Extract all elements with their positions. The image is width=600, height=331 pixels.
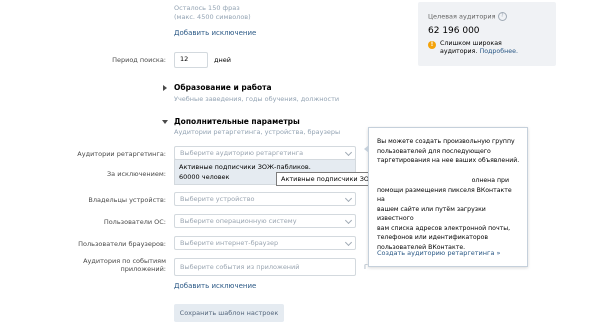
dropdown-option-name[interactable]: Активные подписчики ЗОЖ-пабликов. <box>175 160 355 171</box>
phrases-max-chars: (макс. 4500 символов) <box>174 13 251 21</box>
collapse-extra-icon[interactable] <box>162 120 168 124</box>
extra-subtitle: Аудитории ретаргетинга, устройства, брау… <box>174 128 341 136</box>
os-label: Пользователи ОС: <box>103 218 166 226</box>
create-retargeting-link[interactable]: Создать аудиторию ретаргетинга » <box>377 249 500 257</box>
help-line: пользователей для последующего <box>377 147 491 155</box>
browsers-label: Пользователи браузеров: <box>78 240 166 248</box>
help-line: таргетирования на нее ваших объявлений. <box>377 157 520 164</box>
events-select[interactable]: Выберите события из приложений <box>174 258 356 276</box>
add-exclusion-link-top[interactable]: Добавить исключение <box>174 29 256 37</box>
popup-arrow-icon <box>364 145 369 153</box>
audience-card: Целевая аудитория ? 62 196 000 ! Слишком… <box>418 2 556 66</box>
period-label: Период поиска: <box>112 56 166 64</box>
devices-select[interactable]: Выберите устройство <box>174 192 356 206</box>
os-placeholder: Выберите операционную систему <box>180 217 297 225</box>
exclude-label: За исключением: <box>107 170 166 178</box>
education-title[interactable]: Образование и работа <box>174 83 272 92</box>
os-select[interactable]: Выберите операционную систему <box>174 214 356 228</box>
devices-label: Владельцы устройств: <box>88 196 166 204</box>
help-line: олнена при <box>471 177 509 184</box>
phrases-remaining: Осталось 150 фраз <box>174 4 240 12</box>
events-label-1: Аудитория по событиям <box>83 257 166 265</box>
add-exclusion-link[interactable]: Добавить исключение <box>174 282 256 290</box>
chevron-down-icon <box>344 216 353 225</box>
browsers-select[interactable]: Выберите интернет-браузер <box>174 236 356 250</box>
retargeting-select[interactable]: Выберите аудиторию ретаргетинга <box>174 146 356 160</box>
browsers-placeholder: Выберите интернет-браузер <box>180 239 279 247</box>
help-question-icon[interactable]: ? <box>497 12 507 21</box>
help-line: вам списка адресов электронной почты, <box>377 224 511 232</box>
audience-warning-1: Слишком широкая <box>440 40 502 47</box>
period-unit: дней <box>214 56 231 64</box>
audience-title: Целевая аудитория <box>428 12 496 21</box>
save-template-button[interactable]: Сохранить шаблон настроек <box>174 304 284 322</box>
audience-warning-2: аудитория. <box>440 48 478 55</box>
extra-title[interactable]: Дополнительные параметры <box>174 117 300 126</box>
education-subtitle: Учебные заведения, годы обучения, должно… <box>174 95 340 103</box>
help-line: вашем сайте или путём загрузки известног… <box>377 205 486 223</box>
events-label-2: приложений: <box>120 265 166 273</box>
audience-more-link[interactable]: Подробнее. <box>479 48 518 55</box>
warning-icon: ! <box>428 41 436 49</box>
help-popup: Вы можете создать произвольную группу по… <box>364 127 528 267</box>
audience-count: 62 196 000 <box>428 26 480 36</box>
chevron-down-icon <box>344 238 353 247</box>
help-line: телефонов или идентификаторов <box>377 234 489 241</box>
retargeting-placeholder: Выберите аудиторию ретаргетинга <box>180 149 304 157</box>
chevron-down-icon <box>344 148 353 157</box>
expand-education-icon[interactable] <box>163 85 167 91</box>
chevron-down-icon <box>344 194 353 203</box>
period-input[interactable]: 12 <box>174 52 208 68</box>
help-line: Вы можете создать произвольную группу <box>377 138 515 145</box>
devices-placeholder: Выберите устройство <box>180 195 255 203</box>
retargeting-label: Аудитории ретаргетинга: <box>77 150 166 158</box>
help-line: помощи размещения пикселя ВКонтакте на <box>377 186 512 204</box>
